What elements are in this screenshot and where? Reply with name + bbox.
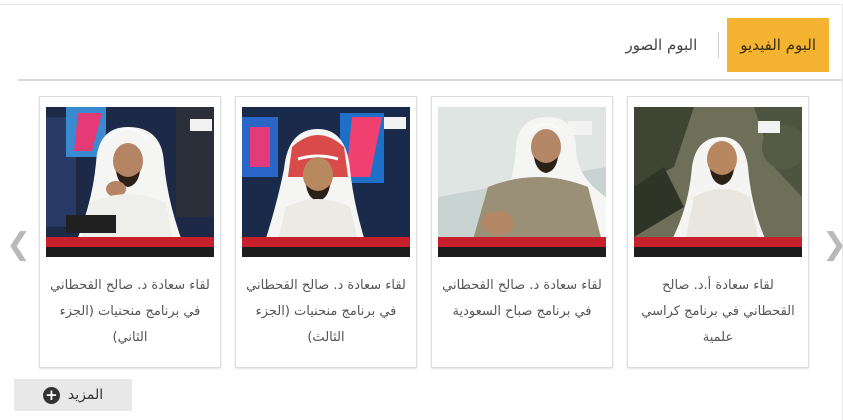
video-thumbnail[interactable] [242, 107, 410, 257]
tabs-underline [18, 79, 842, 81]
tab-photo-album[interactable]: البوم الصور [612, 18, 710, 72]
video-card[interactable]: لقاء سعادة د. صالح القحطاني في برنامج صب… [431, 96, 613, 368]
video-thumbnail[interactable] [438, 107, 606, 257]
tab-separator [718, 32, 720, 58]
video-card[interactable]: لقاء سعادة د. صالح القحطاني في برنامج من… [39, 96, 221, 368]
tab-video-album[interactable]: البوم الفيديو [727, 18, 829, 72]
video-caption[interactable]: لقاء سعادة د. صالح القحطاني في برنامج صب… [440, 273, 604, 325]
video-caption[interactable]: لقاء سعادة أ.د. صالح القحطاني في برنامج … [636, 273, 800, 351]
chevron-right-icon[interactable]: ❯ [822, 230, 843, 260]
video-thumbnail[interactable] [46, 107, 214, 257]
album-tabs: البوم الصور البوم الفيديو [612, 18, 829, 72]
video-card[interactable]: لقاء سعادة د. صالح القحطاني في برنامج من… [235, 96, 417, 368]
video-card[interactable]: لقاء سعادة أ.د. صالح القحطاني في برنامج … [627, 96, 809, 368]
video-carousel: لقاء سعادة أ.د. صالح القحطاني في برنامج … [37, 96, 814, 368]
plus-circle-icon: + [42, 386, 60, 404]
frame-top-border [0, 4, 843, 5]
more-button-label: المزيد [67, 387, 104, 403]
chevron-left-icon[interactable]: ❮ [6, 230, 31, 260]
video-caption[interactable]: لقاء سعادة د. صالح القحطاني في برنامج من… [48, 273, 212, 351]
video-thumbnail[interactable] [634, 107, 802, 257]
video-caption[interactable]: لقاء سعادة د. صالح القحطاني في برنامج من… [244, 273, 408, 351]
more-button[interactable]: المزيد + [14, 379, 132, 411]
